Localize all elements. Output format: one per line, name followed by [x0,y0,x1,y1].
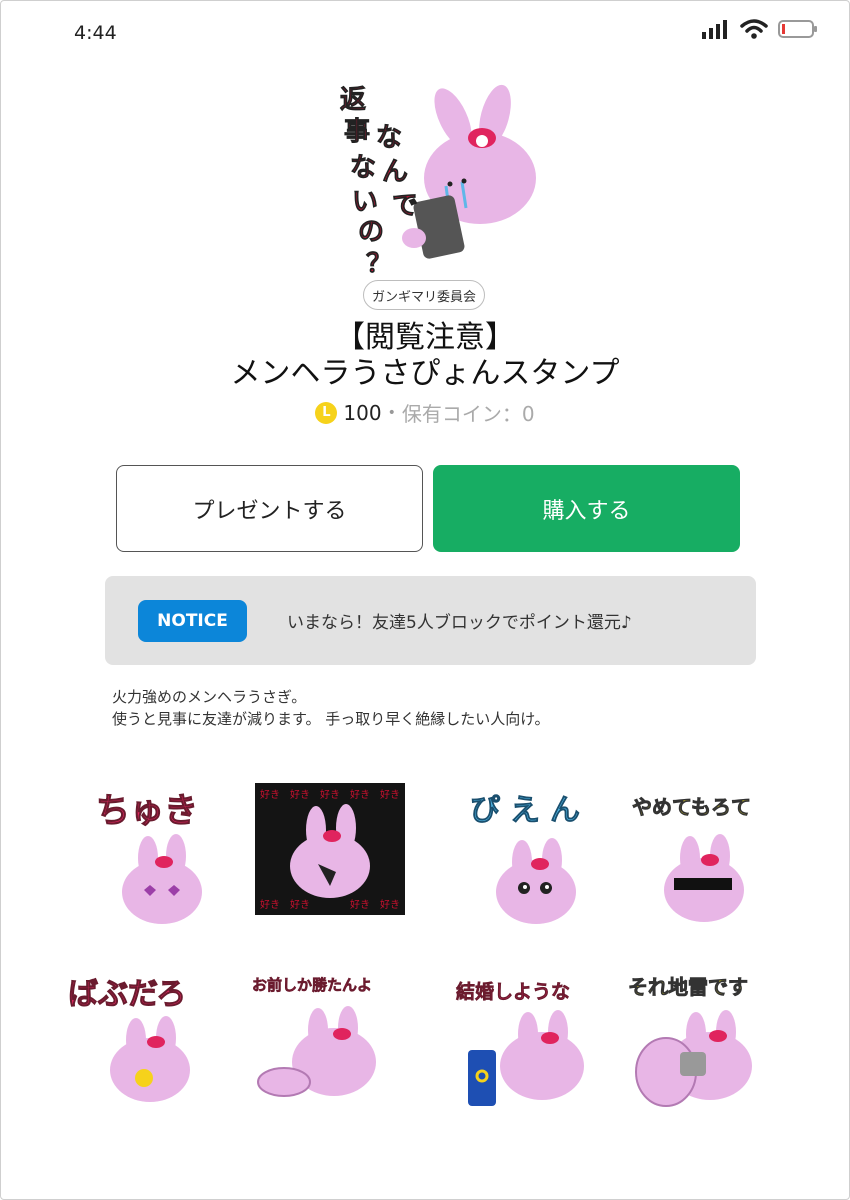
sticker-caption: 好き [260,789,280,801]
owned-coins: 保有コイン：0 [401,402,535,426]
sticker-caption: 好き [260,899,280,911]
description-line1: 火力強めのメンヘラうさぎ。 [112,688,307,706]
hero-text-6: ？ [366,249,392,278]
sticker-caption: お前しか勝たんよ [252,976,372,994]
sticker-caption: 結婚しような [456,980,570,1003]
hero-text-1: 返 [340,85,366,115]
hero-text-9: で [392,191,418,221]
battery-icon [778,20,817,38]
page-title-line1: 【閲覧注意】 [335,320,515,355]
sticker-jirai[interactable]: それ地雷です [626,970,796,1130]
author-chip[interactable]: ガンギマリ委員会 [363,280,485,310]
hero-text-7: な [376,123,402,153]
status-time: 4:44 [74,22,117,44]
sticker-caption: 好き [380,899,400,911]
hero-text-8: ん [382,157,408,187]
sticker-chuki[interactable]: ちゅき [86,780,256,940]
sticker-kekkon[interactable]: 結婚しような [450,970,620,1130]
sticker-caption: ばぶだろ [68,977,186,1012]
line-coin-icon: L [315,401,338,424]
sticker-caption: ちゅき [96,791,198,831]
description: 火力強めのメンヘラうさぎ。 使うと見事に友達が減ります。 手っ取り早く絶縁したい… [112,686,550,730]
present-button[interactable]: プレゼントする [116,465,423,552]
status-icons [702,18,818,40]
sticker-caption: 好き [350,899,370,911]
hero-text-2: 事 [344,117,370,147]
hero-text-5: の [358,217,384,247]
sticker-caption: 好き [290,789,310,801]
notice-banner[interactable]: NOTICE いまなら！友達5人ブロックでポイント還元♪ [105,576,756,665]
wifi-icon [740,19,768,39]
sticker-caption: 好き [350,789,370,801]
sticker-caption: 好き [380,789,400,801]
price-separator: • [387,404,396,421]
signal-icon [702,20,727,39]
notice-text: いまなら！友達5人ブロックでポイント還元♪ [287,613,632,633]
sticker-yametemorote[interactable]: やめてもろて [630,780,800,940]
sticker-caption: ぴえん [470,793,590,828]
sticker-omaeshika[interactable]: お前しか勝たんよ [250,970,420,1130]
price-value: 100 [343,400,382,425]
sticker-pien[interactable]: ぴえん [460,780,630,940]
hero-text-4: い [352,187,378,217]
sticker-babudaro[interactable]: ばぶだろ [66,970,236,1130]
hero-sticker[interactable]: 返 事 な い の ？ な ん で [330,78,550,279]
description-line2: 使うと見事に友達が減ります。 手っ取り早く絶縁したい人向け。 [112,710,550,728]
page-title-line2: メンヘラうさぴょんスタンプ [230,356,620,391]
sticker-caption: やめてもろて [632,795,751,819]
hero-text-3: な [350,153,376,183]
notice-badge: NOTICE [138,600,247,642]
sticker-suki[interactable]: 好き 好き 好き 好き 好き 好き 好き 好き 好き [250,780,420,940]
sticker-caption: 好き [290,899,310,911]
sticker-caption: 好き [320,789,340,801]
price-row: L 100 • 保有コイン：0 [0,398,850,427]
buy-button[interactable]: 購入する [433,465,740,552]
sticker-caption: それ地雷です [628,975,748,999]
